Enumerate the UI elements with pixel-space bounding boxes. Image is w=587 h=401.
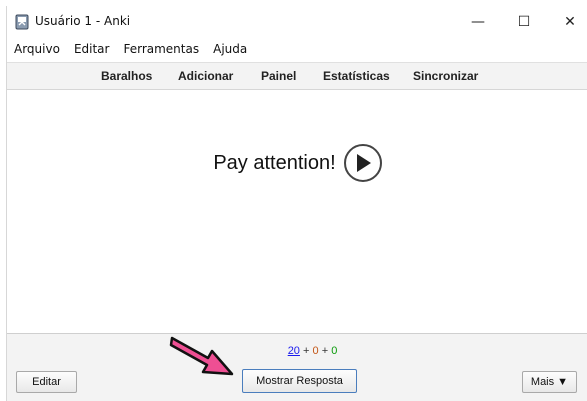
- toolbar-baralhos[interactable]: Baralhos: [101, 69, 152, 83]
- due-counts: 20 + 0 + 0: [7, 345, 587, 357]
- title-bar: Usuário 1 - Anki — ☐ ✕: [7, 6, 587, 37]
- menu-bar: Arquivo Editar Ferramentas Ajuda: [7, 38, 587, 60]
- menu-editar[interactable]: Editar: [67, 42, 117, 56]
- count-separator: +: [321, 345, 329, 357]
- review-bottom-bar: 20 + 0 + 0 Editar Mostrar Resposta Mais …: [7, 333, 587, 401]
- question-text: Pay attention!: [213, 151, 336, 174]
- review-count: 0: [331, 345, 338, 357]
- minimize-button[interactable]: —: [455, 6, 501, 37]
- toolbar-painel[interactable]: Painel: [261, 69, 296, 83]
- show-answer-button[interactable]: Mostrar Resposta: [242, 369, 357, 393]
- toolbar-sincronizar[interactable]: Sincronizar: [413, 69, 478, 83]
- play-triangle-icon: [356, 154, 371, 172]
- window-title: Usuário 1 - Anki: [35, 14, 131, 28]
- maximize-button[interactable]: ☐: [501, 6, 547, 37]
- anki-window: Usuário 1 - Anki — ☐ ✕ Arquivo Editar Fe…: [6, 6, 587, 401]
- menu-ajuda[interactable]: Ajuda: [206, 42, 254, 56]
- main-toolbar: Baralhos Adicionar Painel Estatísticas S…: [7, 62, 587, 90]
- new-count: 20: [287, 345, 300, 357]
- menu-ferramentas[interactable]: Ferramentas: [116, 42, 206, 56]
- toolbar-estatisticas[interactable]: Estatísticas: [323, 69, 390, 83]
- count-separator: +: [303, 345, 310, 357]
- card-view: Pay attention!: [7, 91, 587, 334]
- toolbar-adicionar[interactable]: Adicionar: [178, 69, 233, 83]
- annotation-arrow-icon: [169, 336, 234, 376]
- more-button[interactable]: Mais ▼: [522, 371, 577, 393]
- play-icon[interactable]: [343, 144, 382, 182]
- anki-app-icon: [15, 14, 29, 30]
- close-button[interactable]: ✕: [547, 6, 587, 37]
- learn-count: 0: [312, 345, 319, 357]
- card-question: Pay attention!: [7, 144, 587, 182]
- edit-button[interactable]: Editar: [16, 371, 77, 393]
- menu-arquivo[interactable]: Arquivo: [7, 42, 67, 56]
